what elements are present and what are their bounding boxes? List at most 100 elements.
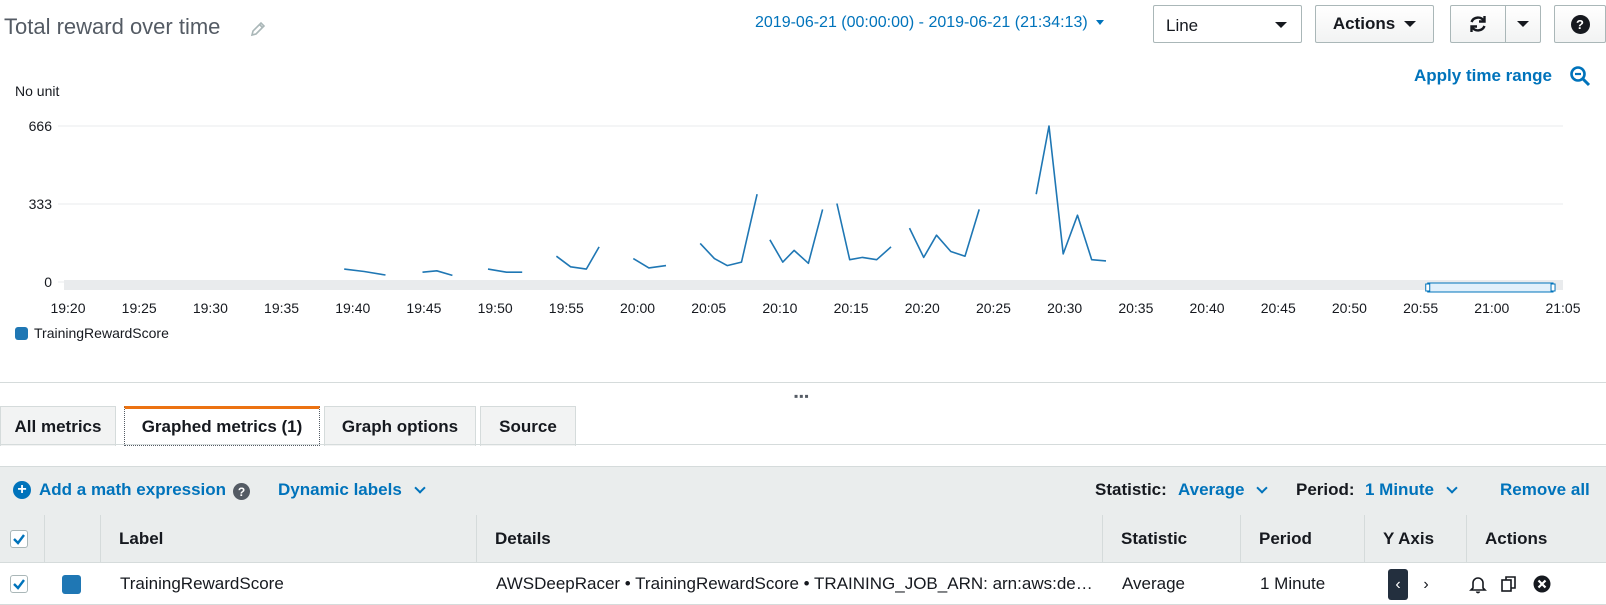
series-line-segment — [422, 270, 453, 277]
column-header-statistic[interactable]: Statistic — [1102, 515, 1240, 563]
caret-down-icon — [1095, 20, 1104, 26]
apply-time-range-link[interactable]: Apply time range — [1414, 66, 1552, 86]
x-tick-label: 19:45 — [406, 300, 441, 316]
zoom-out-icon[interactable] — [1569, 65, 1591, 87]
bell-icon[interactable] — [1468, 574, 1488, 594]
checkmark-icon — [13, 534, 25, 545]
x-tick-label: 20:45 — [1261, 300, 1296, 316]
row-checkbox[interactable] — [10, 575, 28, 593]
x-tick-label: 19:25 — [122, 300, 157, 316]
x-tick-label: 20:15 — [834, 300, 869, 316]
dynamic-labels-dropdown[interactable]: Dynamic labels — [278, 480, 426, 500]
period-dropdown[interactable]: 1 Minute — [1365, 480, 1458, 500]
help-icon[interactable]: ? — [233, 483, 250, 500]
remove-all-link[interactable]: Remove all — [1500, 480, 1590, 500]
series-line-segment — [1035, 125, 1107, 262]
y-axis-unit-label: No unit — [15, 83, 60, 99]
row-details: AWSDeepRacer • TrainingRewardScore • TRA… — [496, 574, 1093, 593]
x-tick-label: 20:30 — [1047, 300, 1082, 316]
chevron-down-icon — [414, 482, 426, 494]
series-line-segment — [908, 209, 980, 259]
refresh-icon — [1470, 16, 1486, 32]
resize-handle[interactable]: ▪▪▪ — [794, 389, 810, 403]
date-range-picker[interactable]: 2019-06-21 (00:00:00) - 2019-06-21 (21:3… — [755, 14, 1104, 32]
graph-type-select[interactable]: Line — [1153, 5, 1302, 43]
series-line-segment — [487, 268, 523, 273]
y-tick-label: 333 — [29, 196, 53, 212]
table-row: TrainingRewardScore AWSDeepRacer • Train… — [0, 563, 1606, 605]
x-tick-label: 20:00 — [620, 300, 655, 316]
statistic-label: Statistic: — [1095, 480, 1167, 500]
y-axis-left-button[interactable]: ‹ — [1388, 569, 1408, 600]
metrics-tabs: All metrics Graphed metrics (1) Graph op… — [0, 406, 1606, 446]
refresh-button[interactable] — [1450, 5, 1506, 43]
legend-color-swatch — [15, 326, 28, 340]
chevron-down-icon — [1256, 482, 1269, 494]
brush-handle-left[interactable] — [1425, 283, 1431, 292]
remove-all-label: Remove all — [1500, 480, 1590, 499]
graph-title: Total reward over time — [4, 14, 221, 39]
column-header-y-axis[interactable]: Y Axis — [1364, 515, 1466, 563]
caret-down-icon — [1404, 21, 1417, 27]
statistic-dropdown[interactable]: Average — [1178, 480, 1269, 500]
x-tick-label: 19:35 — [264, 300, 299, 316]
x-tick-label: 20:35 — [1118, 300, 1153, 316]
tabs-divider — [0, 444, 1606, 445]
row-period[interactable]: 1 Minute — [1242, 563, 1364, 605]
x-tick-label: 20:20 — [905, 300, 940, 316]
select-all-checkbox[interactable] — [10, 530, 28, 548]
time-range-brush[interactable] — [1427, 282, 1554, 293]
chart-legend[interactable]: TrainingRewardScore — [15, 325, 169, 341]
actions-button[interactable]: Actions — [1315, 5, 1434, 43]
x-tick-label: 19:50 — [478, 300, 513, 316]
column-header-period[interactable]: Period — [1240, 515, 1364, 563]
tab-all-metrics[interactable]: All metrics — [0, 406, 116, 446]
series-line-segment — [555, 246, 600, 270]
caret-down-icon — [1275, 22, 1287, 28]
x-tick-label: 21:05 — [1545, 300, 1580, 316]
refresh-options-button[interactable] — [1505, 5, 1541, 43]
x-tick-label: 19:55 — [549, 300, 584, 316]
add-math-expression-label: Add a math expression — [39, 480, 227, 499]
row-label[interactable]: TrainingRewardScore — [102, 563, 476, 605]
panel-divider — [0, 382, 1606, 383]
brush-handle-right[interactable] — [1550, 283, 1556, 292]
column-header-label[interactable]: Label — [100, 515, 476, 563]
tab-graphed-metrics[interactable]: Graphed metrics (1) — [124, 406, 320, 446]
tab-graph-options[interactable]: Graph options — [324, 406, 476, 446]
help-icon: ? — [1570, 14, 1590, 34]
series-color-swatch[interactable] — [62, 575, 81, 594]
tab-source[interactable]: Source — [480, 406, 576, 446]
dynamic-labels-label: Dynamic labels — [278, 480, 402, 499]
x-tick-label: 19:20 — [50, 300, 85, 316]
metrics-table-header: Label Details Statistic Period Y Axis Ac… — [0, 515, 1606, 563]
series-line-segment — [836, 203, 892, 261]
series-line-segment — [769, 209, 824, 265]
legend-item-label: TrainingRewardScore — [34, 325, 169, 341]
remove-icon[interactable] — [1532, 574, 1552, 594]
graphed-metrics-toolbar: + Add a math expression ? Dynamic labels… — [0, 466, 1606, 516]
series-line-segment — [699, 194, 758, 267]
actions-label: Actions — [1332, 14, 1396, 33]
x-tick-label: 19:40 — [335, 300, 370, 316]
x-tick-label: 21:00 — [1474, 300, 1509, 316]
row-statistic[interactable]: Average — [1104, 563, 1240, 605]
period-label: Period: — [1296, 480, 1355, 500]
duplicate-icon[interactable] — [1499, 574, 1519, 594]
add-math-expression-button[interactable]: + Add a math expression — [13, 480, 226, 500]
color-column-header — [44, 515, 100, 563]
y-axis-right-button[interactable]: › — [1416, 569, 1436, 600]
x-tick-label: 20:50 — [1332, 300, 1367, 316]
x-tick-label: 20:55 — [1403, 300, 1438, 316]
help-button[interactable]: ? — [1554, 5, 1606, 43]
line-chart[interactable]: 666 333 0 19:20 19:25 19:30 19:35 19:40 19:45 19… — [0, 100, 1606, 330]
x-tick-label: 20:25 — [976, 300, 1011, 316]
column-header-details[interactable]: Details — [476, 515, 1102, 563]
series-line-segment — [344, 268, 386, 276]
edit-pencil-icon[interactable] — [249, 20, 267, 38]
statistic-label-text: Statistic: — [1095, 480, 1167, 499]
date-range-text: 2019-06-21 (00:00:00) - 2019-06-21 (21:3… — [755, 14, 1088, 31]
x-tick-label: 20:05 — [691, 300, 726, 316]
chevron-down-icon — [1446, 482, 1458, 494]
plus-circle-icon: + — [13, 481, 31, 499]
